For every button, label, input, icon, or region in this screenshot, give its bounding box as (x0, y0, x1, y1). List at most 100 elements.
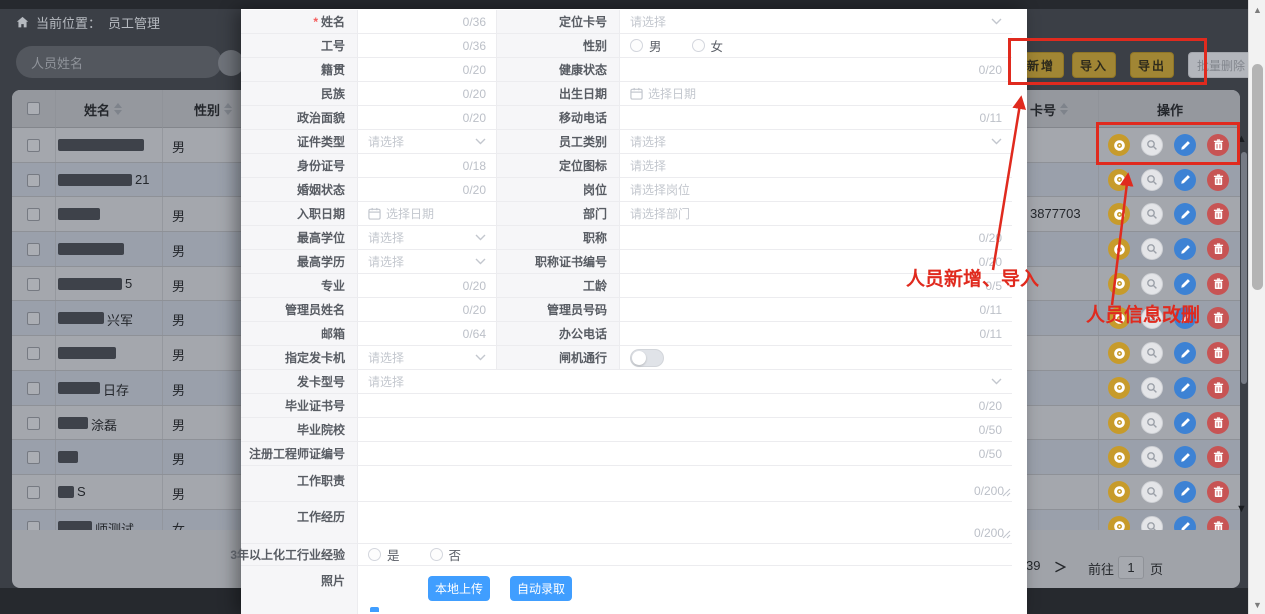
page-scrollbar[interactable]: ▲ ▼ (1248, 0, 1265, 614)
field-counter[interactable]: 0/64 (358, 322, 497, 345)
edit-button[interactable] (1174, 412, 1196, 434)
view-button[interactable] (1141, 273, 1163, 295)
search-input[interactable]: 人员姓名 (16, 46, 222, 78)
row-checkbox[interactable] (27, 486, 40, 499)
field-counter[interactable]: 0/11 (620, 298, 1012, 321)
field-counter[interactable]: 0/20 (358, 178, 497, 201)
edit-button[interactable] (1174, 203, 1196, 225)
field-select[interactable]: 请选择 (358, 346, 497, 369)
issue-card-button[interactable] (1108, 377, 1130, 399)
field-select[interactable]: 请选择 (620, 154, 1012, 177)
resize-handle-icon[interactable] (1002, 528, 1011, 542)
page-number-39[interactable]: 39 (1026, 558, 1040, 573)
issue-card-button[interactable] (1108, 516, 1130, 530)
edit-button[interactable] (1174, 238, 1196, 260)
scrollbar-up-icon[interactable]: ▲ (1249, 5, 1265, 15)
edit-button[interactable] (1174, 481, 1196, 503)
radio-button[interactable] (692, 39, 705, 52)
delete-button[interactable] (1207, 516, 1229, 530)
column-header-name[interactable]: 姓名 (84, 90, 122, 128)
delete-button[interactable] (1207, 446, 1229, 468)
view-button[interactable] (1141, 516, 1163, 530)
field-radios[interactable]: 是否 (358, 544, 1012, 565)
field-counter[interactable]: 0/20 (620, 250, 1012, 273)
issue-card-button[interactable] (1108, 307, 1130, 329)
field-counter[interactable]: 0/36 (358, 10, 497, 33)
field-counter[interactable]: 0/20 (620, 58, 1012, 81)
field-select[interactable]: 请选择 (620, 130, 1012, 153)
field-toggle[interactable] (620, 346, 1012, 369)
sort-carets-icon[interactable] (114, 103, 122, 115)
field-select[interactable]: 请选择 (358, 226, 497, 249)
sort-carets-icon[interactable] (1060, 103, 1068, 115)
field-counter[interactable]: 0/20 (358, 106, 497, 129)
view-button[interactable] (1141, 377, 1163, 399)
delete-button[interactable] (1207, 377, 1229, 399)
delete-button[interactable] (1207, 307, 1229, 329)
issue-card-button[interactable] (1108, 446, 1130, 468)
view-button[interactable] (1141, 446, 1163, 468)
field-counter[interactable]: 0/20 (358, 58, 497, 81)
scrollbar-down-icon[interactable]: ▼ (1249, 600, 1265, 610)
field-photo[interactable]: 本地上传自动录取 (358, 566, 1012, 614)
edit-button[interactable] (1174, 134, 1196, 156)
row-checkbox[interactable] (27, 347, 40, 360)
field-radios[interactable]: 男女 (620, 34, 1012, 57)
resize-handle-icon[interactable] (1002, 486, 1011, 500)
edit-button[interactable] (1174, 273, 1196, 295)
issue-card-button[interactable] (1108, 412, 1130, 434)
issue-card-button[interactable] (1108, 342, 1130, 364)
column-header-gender[interactable]: 性别 (194, 90, 232, 128)
sort-carets-icon[interactable] (224, 103, 232, 115)
field-counter[interactable]: 0/20 (620, 226, 1012, 249)
edit-button[interactable] (1174, 377, 1196, 399)
delete-button[interactable] (1207, 169, 1229, 191)
row-checkbox[interactable] (27, 278, 40, 291)
field-counter[interactable]: 0/20 (358, 274, 497, 297)
view-button[interactable] (1141, 307, 1163, 329)
radio-button[interactable] (630, 39, 643, 52)
row-checkbox[interactable] (27, 382, 40, 395)
row-checkbox[interactable] (27, 208, 40, 221)
field-counter[interactable]: 0/20 (358, 82, 497, 105)
local-upload-button[interactable]: 本地上传 (428, 576, 490, 601)
radio-button[interactable] (430, 548, 443, 561)
delete-button[interactable] (1207, 481, 1229, 503)
view-button[interactable] (1141, 481, 1163, 503)
field-select[interactable]: 请选择 (358, 130, 497, 153)
issue-card-button[interactable] (1108, 273, 1130, 295)
import-button[interactable]: 导入 (1072, 52, 1116, 78)
field-select[interactable]: 请选择 (358, 250, 497, 273)
field-select[interactable]: 请选择 (358, 370, 1012, 393)
delete-button[interactable] (1207, 134, 1229, 156)
row-checkbox[interactable] (27, 417, 40, 430)
issue-card-button[interactable] (1108, 238, 1130, 260)
row-checkbox[interactable] (27, 451, 40, 464)
scrollbar-thumb[interactable] (1252, 64, 1263, 290)
view-button[interactable] (1141, 342, 1163, 364)
view-button[interactable] (1141, 412, 1163, 434)
edit-button[interactable] (1174, 342, 1196, 364)
export-button[interactable]: 导出 (1130, 52, 1174, 78)
field-select[interactable]: 请选择岗位 (620, 178, 1012, 201)
field-date[interactable]: 选择日期 (620, 82, 1012, 105)
issue-card-button[interactable] (1108, 134, 1130, 156)
table-scroll-down-icon[interactable]: ▼ (1236, 504, 1248, 514)
issue-card-button[interactable] (1108, 203, 1130, 225)
row-checkbox[interactable] (27, 312, 40, 325)
view-button[interactable] (1141, 169, 1163, 191)
field-counter[interactable]: 0/18 (358, 154, 497, 177)
field-counter[interactable]: 0/50 (358, 442, 1012, 465)
next-page-button[interactable]: ＞ (1054, 557, 1067, 576)
page-input[interactable]: 1 (1118, 556, 1144, 579)
delete-button[interactable] (1207, 273, 1229, 295)
view-button[interactable] (1141, 134, 1163, 156)
table-scrollbar-thumb[interactable] (1241, 152, 1247, 384)
column-header-card[interactable]: 卡号 (1030, 90, 1068, 128)
delete-button[interactable] (1207, 412, 1229, 434)
edit-button[interactable] (1174, 516, 1196, 530)
edit-button[interactable] (1174, 169, 1196, 191)
view-button[interactable] (1141, 238, 1163, 260)
auto-capture-button[interactable]: 自动录取 (510, 576, 572, 601)
field-counter[interactable]: 0/36 (358, 34, 497, 57)
